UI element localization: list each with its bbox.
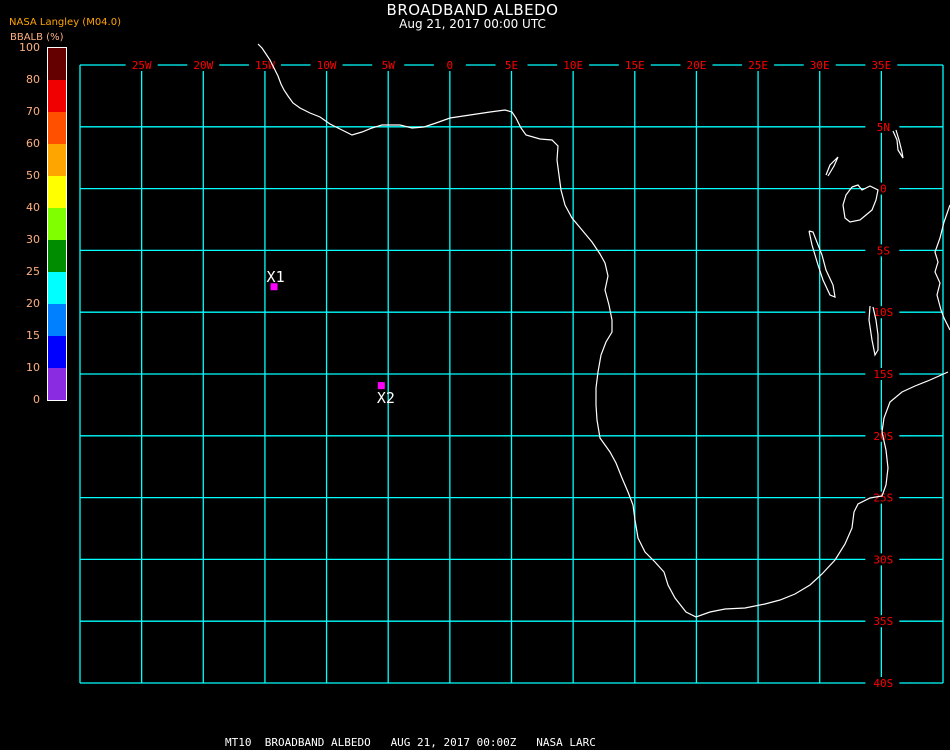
- marker-point[interactable]: [377, 382, 385, 390]
- longitude-label: 10E: [563, 59, 583, 72]
- longitude-label: 25W: [132, 59, 152, 72]
- graticule: 25W 20W 15W 10W 5W 0 5E 10E 15E 20E 25E 30E 35E5N05S…: [79, 59, 944, 690]
- latitude-label: 35S: [873, 615, 893, 628]
- marker-label: X2: [377, 389, 395, 407]
- map: 25W 20W 15W 10W 5W 0 5E 10E 15E 20E 25E 30E 35E5N05S…: [79, 43, 950, 690]
- latitude-label: 30S: [873, 553, 893, 566]
- longitude-label: 20E: [686, 59, 706, 72]
- latitude-label: 5N: [877, 121, 890, 134]
- longitude-label: 5E: [505, 59, 518, 72]
- africa-coastline: [257, 43, 949, 618]
- latitude-label: 10S: [873, 306, 893, 319]
- lake-albert: [825, 156, 839, 177]
- lake-turkana: [892, 129, 904, 159]
- longitude-label: 30E: [810, 59, 830, 72]
- coastline: [257, 43, 950, 618]
- longitude-label: 0: [447, 59, 454, 72]
- markers: X1 X2: [267, 268, 395, 407]
- longitude-label: 20W: [193, 59, 213, 72]
- lake-tanganyika: [808, 230, 836, 298]
- latitude-label: 0: [880, 183, 887, 196]
- footer-caption: MT10 BROADBAND ALBEDO AUG 21, 2017 00:00…: [225, 736, 596, 749]
- latitude-label: 15S: [873, 368, 893, 381]
- longitude-label: 10W: [317, 59, 337, 72]
- longitude-label: 15E: [625, 59, 645, 72]
- latitude-label: 40S: [873, 677, 893, 690]
- latitude-label: 5S: [877, 244, 890, 257]
- longitude-label: 35E: [871, 59, 891, 72]
- marker-label: X1: [267, 268, 285, 286]
- longitude-label: 5W: [382, 59, 396, 72]
- longitude-label: 25E: [748, 59, 768, 72]
